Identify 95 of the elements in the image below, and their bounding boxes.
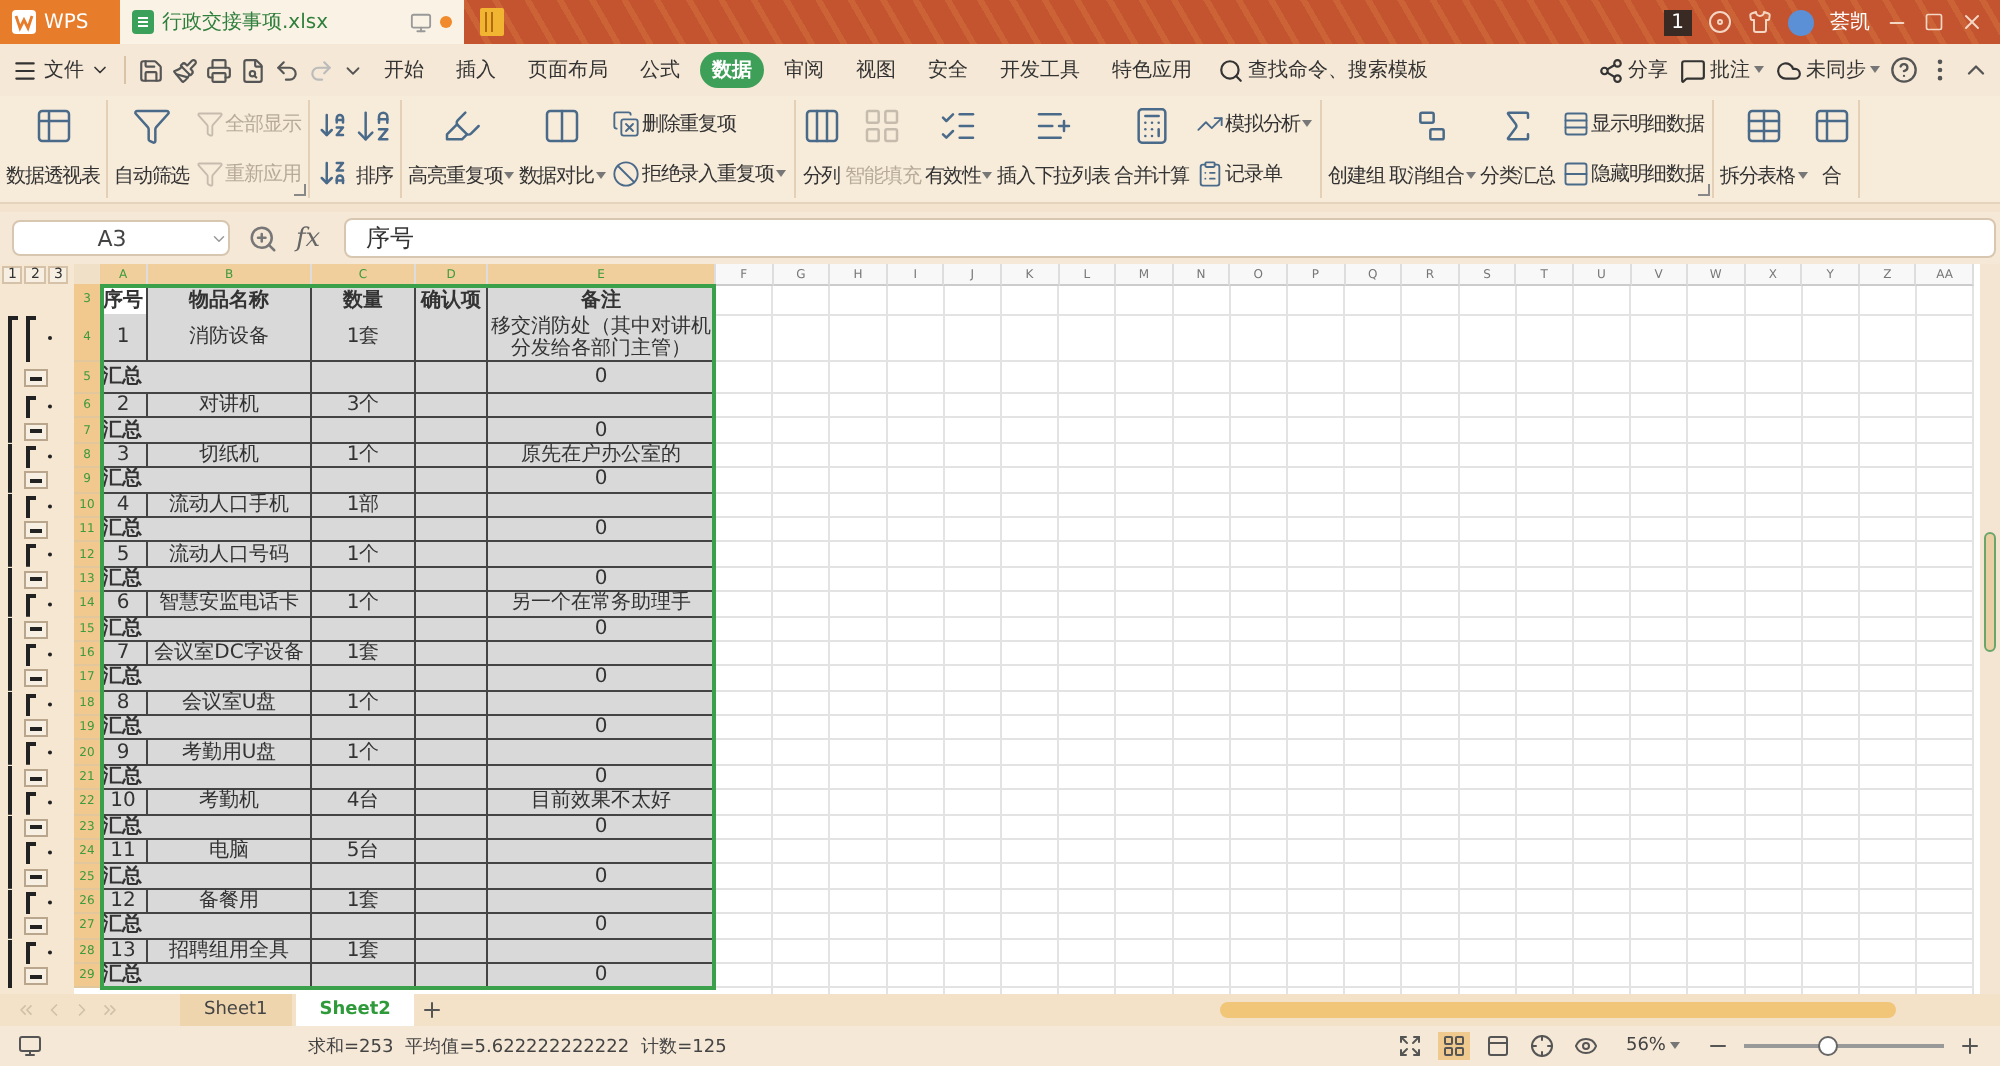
menu-tab[interactable]: 视图: [844, 52, 908, 88]
table-cell: 电脑: [148, 840, 312, 865]
table-cell: 0: [488, 815, 716, 841]
sheet-tab[interactable]: Sheet1: [180, 994, 292, 1026]
table-cell: 0: [488, 864, 716, 890]
table-cell: 11: [100, 840, 148, 865]
table-cell: 0: [488, 666, 716, 692]
table-cell: 0: [488, 716, 716, 741]
menu-tab[interactable]: 安全: [916, 52, 980, 88]
table-cell: 4台: [312, 790, 416, 816]
table-cell: 1套: [312, 889, 416, 915]
name-box[interactable]: A3: [12, 220, 230, 256]
ribbon-button[interactable]: 拆分表格: [1717, 100, 1810, 198]
status-stat: 求和=253: [308, 1035, 394, 1059]
table-cell: 消防设备: [148, 314, 312, 362]
table-cell: 1个: [312, 740, 416, 766]
formula-field[interactable]: 序号: [344, 218, 1996, 258]
table-cell: 0: [488, 517, 716, 543]
zoom-level-button[interactable]: 56%: [1613, 1034, 1692, 1058]
table-cell: 6: [100, 592, 148, 618]
table-cell: 1套: [312, 641, 416, 667]
ribbon-button[interactable]: 取消组合: [1386, 100, 1478, 198]
table-cell: 10: [100, 790, 148, 816]
menu-tab[interactable]: 页面布局: [516, 52, 620, 88]
ribbon-button[interactable]: 有效性: [922, 100, 995, 198]
ribbon-button[interactable]: 插入下拉列表: [994, 100, 1112, 198]
table-cell: 1个: [312, 592, 416, 618]
table-cell: 1个: [312, 691, 416, 717]
table-cell: 考勤用U盘: [148, 740, 312, 766]
ribbon-button[interactable]: 拒绝录入重复项: [609, 157, 788, 190]
table-cell: 切纸机: [148, 443, 312, 469]
ribbon-button[interactable]: 自动筛选: [112, 100, 192, 198]
notification-badge[interactable]: 1: [1663, 9, 1692, 35]
document-tab[interactable]: 行政交接事项.xlsx: [120, 0, 464, 44]
ribbon-button[interactable]: 分列: [799, 100, 844, 198]
ribbon-button[interactable]: 合: [1809, 100, 1854, 198]
table-cell: 1部: [312, 493, 416, 518]
table-cell: 0: [488, 418, 716, 444]
table-cell: 3个: [312, 394, 416, 419]
table-cell: 0: [488, 765, 716, 791]
table-cell: 对讲机: [148, 394, 312, 419]
ribbon-button[interactable]: 显示明细数据: [1559, 108, 1706, 141]
ribbon-button[interactable]: 排序: [352, 100, 397, 198]
ribbon-button[interactable]: 数据对比: [516, 100, 608, 198]
status-stat: 平均值=5.622222222222: [405, 1035, 630, 1059]
table-cell: 会议室DC字设备: [148, 641, 312, 667]
ribbon-button[interactable]: 高亮重复项: [406, 100, 517, 198]
table-cell: 1套: [312, 314, 416, 362]
status-stat: 计数=125: [641, 1035, 727, 1059]
menu-tab[interactable]: 开发工具: [988, 52, 1092, 88]
menu-tab[interactable]: 插入: [444, 52, 508, 88]
file-menu-button[interactable]: 文件: [8, 56, 114, 84]
menu-tab[interactable]: 开始: [372, 52, 436, 88]
table-cell: 招聘组用全具: [148, 939, 312, 964]
sheet-tab[interactable]: Sheet2: [295, 994, 415, 1026]
menu-tab[interactable]: 审阅: [772, 52, 836, 88]
table-cell: 流动人口号码: [148, 542, 312, 568]
menu-tab[interactable]: 公式: [628, 52, 692, 88]
toolbar-action[interactable]: 批注: [1676, 56, 1768, 84]
table-cell: 备餐用: [148, 889, 312, 915]
table-cell: 另一个在常务助理手: [488, 592, 716, 618]
table-cell: 1个: [312, 542, 416, 568]
table-cell: 目前效果不太好: [488, 790, 716, 816]
user-name[interactable]: 荟凯: [1830, 8, 1870, 36]
table-cell: 会议室U盘: [148, 691, 312, 717]
toolbar-action[interactable]: 未同步: [1772, 56, 1884, 84]
table-cell: 移交消防处（其中对讲机分发给各部门主管）: [488, 314, 716, 362]
table-cell: 原先在户办公室的: [488, 443, 716, 469]
fx-label[interactable]: fx: [296, 223, 321, 253]
table-cell: 考勤机: [148, 790, 312, 816]
table-cell: 0: [488, 617, 716, 642]
table-cell: 1套: [312, 939, 416, 964]
table-cell: 1: [100, 314, 148, 362]
table-cell: 5: [100, 542, 148, 568]
command-search[interactable]: 查找命令、搜索模板: [1214, 56, 1432, 84]
table-cell: 2: [100, 394, 148, 419]
table-cell: 智慧安监电话卡: [148, 592, 312, 618]
ribbon-button[interactable]: 数据透视表: [4, 100, 103, 198]
table-cell: 5台: [312, 840, 416, 865]
table-cell: 流动人口手机: [148, 493, 312, 518]
table-cell: 0: [488, 362, 716, 394]
ribbon-button[interactable]: 记录单: [1193, 157, 1315, 190]
table-cell: 0: [488, 567, 716, 593]
ribbon-button[interactable]: 隐藏明细数据: [1559, 157, 1706, 190]
ribbon-button[interactable]: 删除重复项: [609, 108, 788, 141]
table-cell: 1个: [312, 443, 416, 469]
table-cell: 0: [488, 468, 716, 494]
ribbon-button[interactable]: 分类汇总: [1477, 100, 1558, 198]
ribbon-button[interactable]: 模拟分析: [1193, 108, 1315, 141]
menu-tab[interactable]: 特色应用: [1100, 52, 1204, 88]
toolbar-action[interactable]: 分享: [1594, 56, 1672, 84]
table-cell: 9: [100, 740, 148, 766]
ribbon-button[interactable]: 合并计算: [1111, 100, 1191, 198]
ribbon-button[interactable]: 创建组: [1326, 100, 1387, 198]
table-cell: 0: [488, 914, 716, 940]
